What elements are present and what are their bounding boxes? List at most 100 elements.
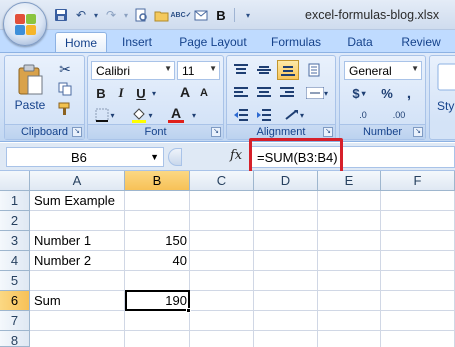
currency-label: $ — [352, 85, 360, 101]
font-launcher-icon[interactable]: ↘ — [211, 127, 221, 137]
gridline — [317, 191, 318, 347]
ribbon: Paste ✂ Clipboard ↘ Calibri ▼ 11 ▼ B I U… — [0, 52, 455, 142]
underline-button[interactable]: U — [132, 84, 150, 102]
tab-review[interactable]: Review — [396, 32, 446, 52]
format-painter-icon[interactable] — [54, 100, 76, 118]
insert-function-button[interactable]: fx — [230, 148, 242, 163]
align-top-icon[interactable] — [231, 61, 251, 79]
align-left-icon[interactable] — [231, 84, 251, 102]
tab-insert[interactable]: Insert — [116, 32, 158, 52]
row-header-5[interactable]: 5 — [0, 271, 30, 291]
number-launcher-icon[interactable]: ↘ — [413, 127, 423, 137]
tab-formulas[interactable]: Formulas — [266, 32, 326, 52]
alignment-launcher-icon[interactable]: ↘ — [323, 127, 333, 137]
bold-qat-icon[interactable]: B — [212, 6, 230, 24]
clipboard-group: Paste ✂ Clipboard ↘ — [4, 55, 85, 140]
increase-decimal-button[interactable]: .0 — [348, 107, 378, 123]
column-header-b[interactable]: B — [125, 171, 190, 191]
font-group-label: Font — [88, 124, 223, 139]
italic-button[interactable]: I — [112, 84, 130, 102]
select-all-corner[interactable] — [0, 171, 30, 191]
column-header-f[interactable]: F — [381, 171, 455, 191]
borders-button[interactable]: ▾ — [92, 106, 118, 124]
cell-a3[interactable]: Number 1 — [34, 231, 122, 251]
gridline — [30, 330, 455, 331]
chevron-down-icon: ▼ — [411, 64, 419, 73]
styles-icon[interactable] — [436, 62, 455, 92]
row-header-7[interactable]: 7 — [0, 311, 30, 331]
orientation-dropdown-icon[interactable]: ▾ — [279, 106, 309, 124]
cell-a1[interactable]: Sum Example — [34, 191, 154, 211]
row-header-6[interactable]: 6 — [0, 291, 30, 311]
ribbon-tabs: Home Insert Page Layout Formulas Data Re… — [0, 30, 455, 52]
bold-button[interactable]: B — [92, 84, 110, 102]
paste-label: Paste — [14, 98, 46, 112]
tab-page-layout[interactable]: Page Layout — [175, 32, 251, 52]
name-box-value: B6 — [71, 150, 87, 165]
open-folder-icon[interactable] — [152, 6, 170, 24]
customize-qat-icon[interactable]: ▾ — [239, 6, 257, 24]
percent-button[interactable]: % — [378, 84, 396, 102]
office-button[interactable] — [3, 2, 47, 46]
spelling-icon[interactable]: ABC✓ — [170, 6, 191, 24]
font-size-value: 11 — [182, 64, 195, 78]
column-header-a[interactable]: A — [30, 171, 125, 191]
tab-home[interactable]: Home — [55, 32, 107, 52]
row-header-4[interactable]: 4 — [0, 251, 30, 271]
currency-button[interactable]: $ ▾ — [346, 84, 372, 102]
undo-icon[interactable]: ↶ — [72, 6, 90, 24]
merge-center-icon[interactable]: ▾ — [303, 84, 331, 102]
name-box[interactable]: B6 ▼ — [6, 147, 164, 167]
increase-indent-icon[interactable] — [254, 106, 274, 124]
fill-handle[interactable] — [186, 308, 191, 313]
tab-data[interactable]: Data — [341, 32, 379, 52]
decrease-decimal-button[interactable]: .00 — [382, 107, 416, 123]
chevron-down-icon: ▼ — [209, 64, 217, 73]
number-format-value: General — [349, 64, 392, 78]
copy-icon[interactable] — [54, 80, 76, 98]
cell-a6[interactable]: Sum — [34, 291, 122, 311]
column-header-e[interactable]: E — [318, 171, 381, 191]
align-center-icon[interactable] — [254, 84, 274, 102]
decrease-decimal-label: .00 — [392, 110, 406, 120]
font-color-label: A — [170, 105, 182, 121]
font-size-dropdown[interactable]: 11 ▼ — [177, 61, 220, 80]
column-header-c[interactable]: C — [190, 171, 254, 191]
align-right-icon[interactable] — [277, 84, 297, 102]
row-header-1[interactable]: 1 — [0, 191, 30, 211]
paste-button[interactable]: Paste — [13, 60, 47, 116]
align-bottom-icon[interactable] — [277, 60, 299, 80]
number-group: General ▼ $ ▾ % , .0 .00 Number ↘ — [339, 55, 426, 140]
column-header-d[interactable]: D — [254, 171, 318, 191]
formula-bar-grip[interactable] — [168, 148, 182, 166]
redo-icon[interactable]: ↷ — [102, 6, 120, 24]
font-color-dropdown-icon[interactable]: ▾ — [190, 106, 198, 124]
grow-font-button[interactable]: A — [176, 83, 194, 101]
row-header-2[interactable]: 2 — [0, 211, 30, 231]
save-icon[interactable] — [52, 6, 70, 24]
row-header-8[interactable]: 8 — [0, 331, 30, 347]
font-color-button[interactable]: A — [162, 105, 190, 124]
undo-dropdown-icon[interactable]: ▾ — [92, 6, 100, 24]
number-format-dropdown[interactable]: General ▼ — [344, 61, 422, 80]
redo-dropdown-icon[interactable]: ▾ — [122, 6, 130, 24]
print-preview-icon[interactable] — [132, 6, 150, 24]
formula-bar: B6 ▼ fx =SUM(B3:B4) — [0, 143, 455, 171]
cell-b3[interactable]: 150 — [125, 231, 187, 251]
clipboard-launcher-icon[interactable]: ↘ — [72, 127, 82, 137]
cut-icon[interactable]: ✂ — [54, 60, 76, 78]
font-name-value: Calibri — [96, 64, 131, 78]
font-name-dropdown[interactable]: Calibri ▼ — [91, 61, 175, 80]
align-middle-icon[interactable] — [254, 61, 274, 79]
underline-dropdown-icon[interactable]: ▾ — [150, 84, 158, 102]
fill-color-button[interactable]: ▾ — [128, 106, 156, 124]
cell-a4[interactable]: Number 2 — [34, 251, 122, 271]
cell-b4[interactable]: 40 — [125, 251, 187, 271]
orientation-icon[interactable] — [303, 61, 325, 79]
email-icon[interactable] — [192, 6, 210, 24]
shrink-font-button[interactable]: A — [196, 85, 212, 101]
row-header-3[interactable]: 3 — [0, 231, 30, 251]
decrease-indent-icon[interactable] — [231, 106, 251, 124]
comma-button[interactable]: , — [400, 84, 418, 102]
fill-color-icon — [132, 108, 147, 123]
